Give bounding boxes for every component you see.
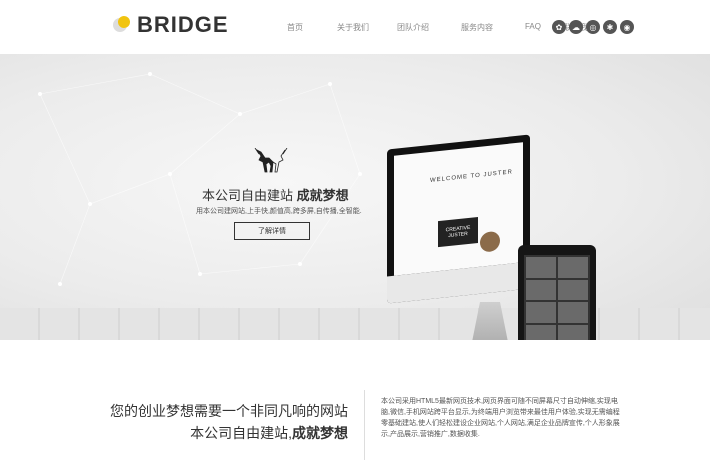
slogan-line-1: 您的创业梦想需要一个非同凡响的网站: [110, 403, 348, 419]
intro-description: 本公司采用HTML5最新网页技术,网页界面可随不同屏幕尺寸自动伸缩,实现电脑,微…: [381, 398, 620, 438]
imac-disc-image: [480, 230, 500, 253]
slogan-line-2: 本公司自由建站,成就梦想: [190, 423, 348, 443]
imac-device-image: WELCOME TO JUSTER CREATIVE JUSTER: [387, 134, 530, 304]
slogan-line-2-normal: 本公司自由建站,: [190, 425, 292, 441]
social-icon-4[interactable]: ✱: [603, 20, 617, 34]
gallery-thumb: [526, 324, 556, 340]
imac-tag: CREATIVE JUSTER: [438, 216, 478, 248]
hero-title-bold: 成就梦想: [296, 188, 349, 203]
wooden-floor: [0, 308, 710, 340]
nav-about[interactable]: 关于我们: [320, 22, 386, 33]
nav-team[interactable]: 团队介绍: [386, 22, 440, 33]
logo[interactable]: BRIDGE: [113, 12, 229, 38]
gallery-thumb: [526, 257, 556, 278]
hero-banner: 本公司自由建站 成就梦想 用本公司建网站,上手快,颜值高,跨多屏,自传播,全智能…: [0, 54, 710, 340]
logo-mark-icon: [113, 16, 131, 34]
social-icon-1[interactable]: ✿: [552, 20, 566, 34]
nav-services[interactable]: 服务内容: [440, 22, 514, 33]
social-icon-3[interactable]: ◎: [586, 20, 600, 34]
intro-section: 您的创业梦想需要一个非同凡响的网站 本公司自由建站,成就梦想 本公司采用HTML…: [0, 340, 710, 460]
imac-screen-content: WELCOME TO JUSTER CREATIVE JUSTER: [394, 142, 523, 276]
logo-text: BRIDGE: [137, 12, 229, 37]
site-header: BRIDGE 首页 关于我们 团队介绍 服务内容 FAQ 联系我们 ✿ ☁ ◎ …: [0, 0, 710, 54]
gallery-thumb: [558, 279, 588, 300]
hero-subtitle: 用本公司建网站,上手快,颜值高,跨多屏,自传播,全智能.: [196, 208, 362, 215]
imac-heading: WELCOME TO JUSTER: [430, 169, 513, 184]
nav-faq[interactable]: FAQ: [514, 22, 552, 33]
hero-title: 本公司自由建站 成就梦想: [202, 185, 349, 204]
learn-more-button[interactable]: 了解详情: [234, 222, 310, 240]
hero-title-normal: 本公司自由建站: [202, 188, 297, 203]
tablet-gallery: [524, 255, 590, 340]
gallery-thumb: [526, 302, 556, 323]
gallery-thumb: [558, 324, 588, 340]
deer-logo-icon: [254, 148, 288, 173]
nav-home[interactable]: 首页: [270, 22, 320, 33]
gallery-thumb: [526, 279, 556, 300]
social-icon-5[interactable]: ◉: [620, 20, 634, 34]
slogan-line-2-bold: 成就梦想: [292, 425, 348, 441]
tablet-device-image: [518, 245, 596, 340]
social-links: ✿ ☁ ◎ ✱ ◉: [552, 20, 634, 34]
vertical-divider: [364, 390, 365, 460]
gallery-thumb: [558, 302, 588, 323]
network-lines-decoration: [38, 72, 362, 286]
gallery-thumb: [558, 257, 588, 278]
social-icon-2[interactable]: ☁: [569, 20, 583, 34]
